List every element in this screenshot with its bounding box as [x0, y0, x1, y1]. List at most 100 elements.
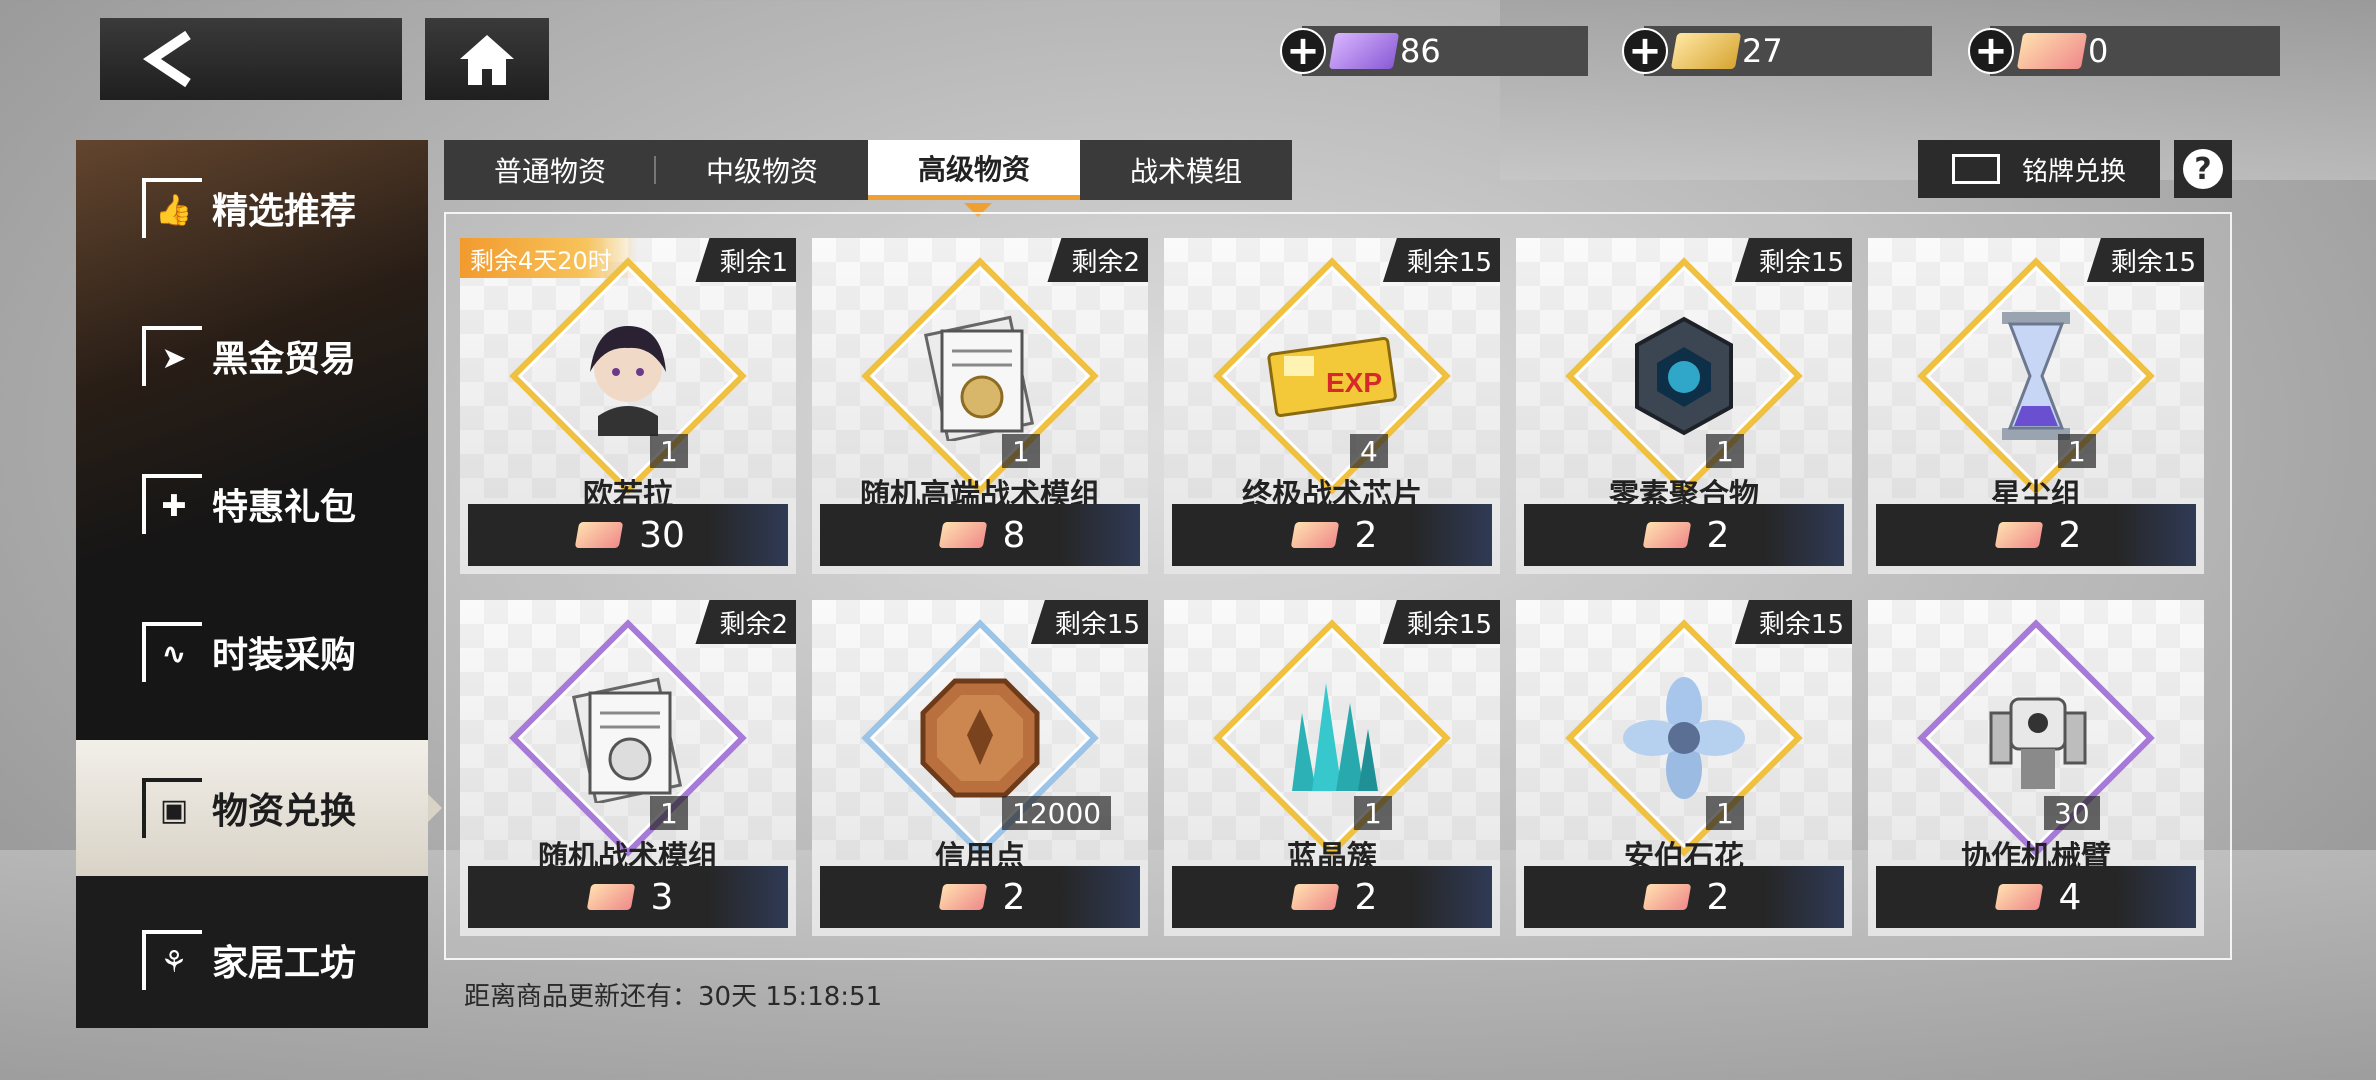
price-bar: 2 [1524, 866, 1844, 928]
price-bar: 2 [1876, 504, 2196, 566]
item-card[interactable]: 剩余15 EXP 4 终极战术芯片 2 [1164, 238, 1500, 574]
currency-value: 0 [2088, 32, 2109, 70]
hourglass-icon [1966, 306, 2106, 446]
tab-tactical-module[interactable]: 战术模组 [1080, 140, 1292, 200]
exchange-label: 铭牌兑换 [2021, 156, 2126, 187]
help-button[interactable]: ? [2174, 140, 2232, 198]
item-price: 8 [1002, 514, 1026, 556]
plant-icon: ⚘ [142, 930, 202, 990]
stock-badge: 剩余2 [695, 600, 796, 644]
item-price: 2 [1706, 514, 1730, 556]
paper-plane-icon: ➤ [142, 326, 202, 386]
price-bar: 3 [468, 866, 788, 928]
item-card[interactable]: 剩余15 1 安伯石花 2 [1516, 600, 1852, 936]
stock-badge: 剩余15 [2086, 238, 2204, 282]
robot-arm-icon [1966, 668, 2106, 808]
gift-icon: ✚ [142, 474, 202, 534]
crystal-cluster-icon [1262, 668, 1402, 808]
sidebar-item-label: 特惠礼包 [212, 487, 357, 528]
credit-coin-icon [910, 668, 1050, 808]
item-price: 3 [650, 876, 674, 918]
thumb-up-icon: 👍 [142, 178, 202, 238]
currency-value: 27 [1742, 32, 1783, 70]
sidebar-item-label: 物资兑换 [212, 791, 357, 832]
item-price: 2 [1002, 876, 1026, 918]
item-quantity: 1 [650, 796, 688, 830]
stock-badge: 剩余15 [1734, 600, 1852, 644]
sidebar-item-gift-packs[interactable]: ✚ 特惠礼包 [76, 436, 428, 572]
item-quantity: 1 [650, 434, 688, 468]
item-card[interactable]: 剩余15 1 零素聚合物 2 [1516, 238, 1852, 574]
pink-ticket-icon [1642, 522, 1691, 548]
svg-text:EXP: EXP [1326, 367, 1382, 398]
home-icon [460, 35, 514, 85]
item-quantity: 1 [1002, 434, 1040, 468]
sidebar-item-featured[interactable]: 👍 精选推荐 [76, 140, 428, 276]
item-quantity: 12000 [1002, 796, 1112, 830]
price-bar: 4 [1876, 866, 2196, 928]
item-price: 2 [2058, 514, 2082, 556]
sidebar-item-supply-exchange[interactable]: ▣ 物资兑换 [76, 740, 442, 876]
item-card[interactable]: 剩余15 1 星尘组 2 [1868, 238, 2204, 574]
home-button[interactable] [425, 18, 549, 100]
module-document-icon [558, 668, 698, 808]
item-card[interactable]: 剩余2 1 随机战术模组 3 [460, 600, 796, 936]
pink-ticket-icon [1290, 522, 1339, 548]
polymer-cube-icon [1614, 306, 1754, 446]
item-quantity: 1 [1706, 796, 1744, 830]
pink-ticket-icon [1290, 884, 1339, 910]
pink-ticket-icon [586, 884, 635, 910]
active-indicator [428, 794, 442, 822]
add-currency-purple-button[interactable]: + [1280, 28, 1326, 74]
limited-timer-badge: 剩余4天20时 [460, 238, 638, 278]
sidebar: 👍 精选推荐 ➤ 黑金贸易 ✚ 特惠礼包 ∿ 时装采购 ▣ 物资兑换 ⚘ 家居工… [76, 140, 442, 1028]
price-bar: 2 [820, 866, 1140, 928]
item-card[interactable]: 剩余2 1 随机高端战术模组 8 [812, 238, 1148, 574]
item-card[interactable]: 剩余15 1 蓝晶簇 2 [1164, 600, 1500, 936]
price-bar: 8 [820, 504, 1140, 566]
item-card[interactable]: 剩余15 12000 信用点 2 [812, 600, 1148, 936]
stock-badge: 剩余15 [1382, 238, 1500, 282]
item-quantity: 1 [1354, 796, 1392, 830]
tab-advanced[interactable]: 高级物资 [868, 140, 1080, 217]
stock-badge: 剩余1 [695, 238, 796, 282]
tab-intermediate[interactable]: 中级物资 [656, 140, 868, 200]
tab-label: 高级物资 [917, 152, 1030, 186]
tab-normal[interactable]: 普通物资 [444, 140, 656, 200]
price-bar: 2 [1172, 504, 1492, 566]
add-currency-gold-button[interactable]: + [1622, 28, 1668, 74]
item-quantity: 1 [2058, 434, 2096, 468]
purple-ticket-icon [1328, 33, 1400, 69]
price-bar: 2 [1524, 504, 1844, 566]
hanger-icon: ∿ [142, 622, 202, 682]
exchange-icon [1951, 154, 2000, 184]
back-arrow-icon [142, 31, 191, 87]
tab-label: 中级物资 [705, 155, 818, 188]
currency-pink: + 0 [1968, 26, 2280, 76]
back-button[interactable] [100, 18, 402, 100]
sidebar-item-home-workshop[interactable]: ⚘ 家居工坊 [76, 892, 428, 1028]
sidebar-item-black-gold[interactable]: ➤ 黑金贸易 [76, 288, 428, 424]
item-card[interactable]: 30 协作机械臂 4 [1868, 600, 2204, 936]
item-price: 4 [2058, 876, 2082, 918]
sidebar-item-fashion[interactable]: ∿ 时装采购 [76, 584, 428, 720]
price-bar: 30 [468, 504, 788, 566]
sidebar-item-label: 精选推荐 [212, 191, 357, 232]
question-icon: ? [2183, 149, 2223, 189]
stock-badge: 剩余15 [1382, 600, 1500, 644]
currency-purple: + 86 [1280, 26, 1588, 76]
stock-badge: 剩余15 [1030, 600, 1148, 644]
stock-badge: 剩余15 [1734, 238, 1852, 282]
currency-value: 86 [1400, 32, 1441, 70]
nameplate-exchange-button[interactable]: 铭牌兑换 [1918, 140, 2160, 198]
module-document-icon [910, 306, 1050, 446]
tab-label: 普通物资 [493, 155, 606, 188]
box-icon: ▣ [142, 778, 202, 838]
character-portrait-icon [558, 306, 698, 446]
item-quantity: 1 [1706, 434, 1744, 468]
item-card[interactable]: 剩余4天20时 剩余1 1 欧若拉 30 [460, 238, 796, 574]
exp-chip-icon: EXP [1262, 306, 1402, 446]
add-currency-pink-button[interactable]: + [1968, 28, 2014, 74]
pink-ticket-icon [938, 522, 987, 548]
sidebar-item-label: 黑金贸易 [212, 339, 357, 380]
